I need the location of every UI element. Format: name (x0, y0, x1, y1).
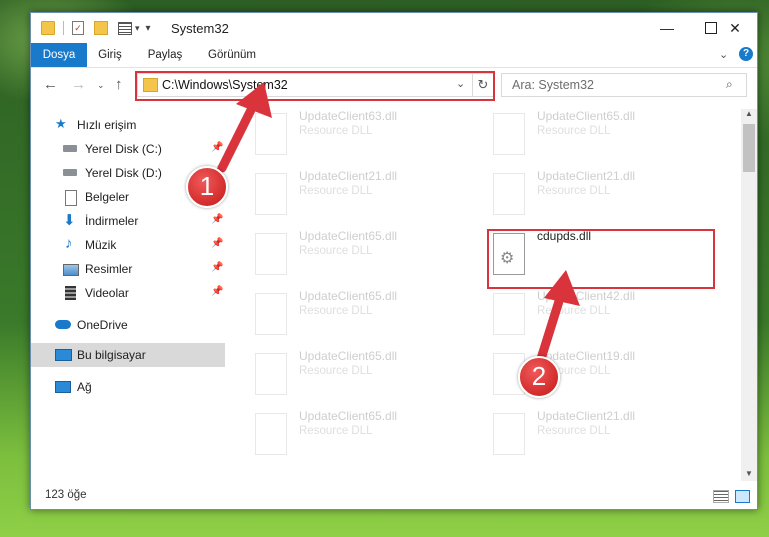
arrow-2-head (544, 270, 580, 306)
arrow-2-shaft (535, 293, 565, 367)
step-2-badge: 2 (518, 356, 560, 398)
arrow-1-shaft (217, 103, 257, 173)
annotation-arrows (217, 82, 580, 367)
step-1-badge: 1 (186, 166, 228, 208)
